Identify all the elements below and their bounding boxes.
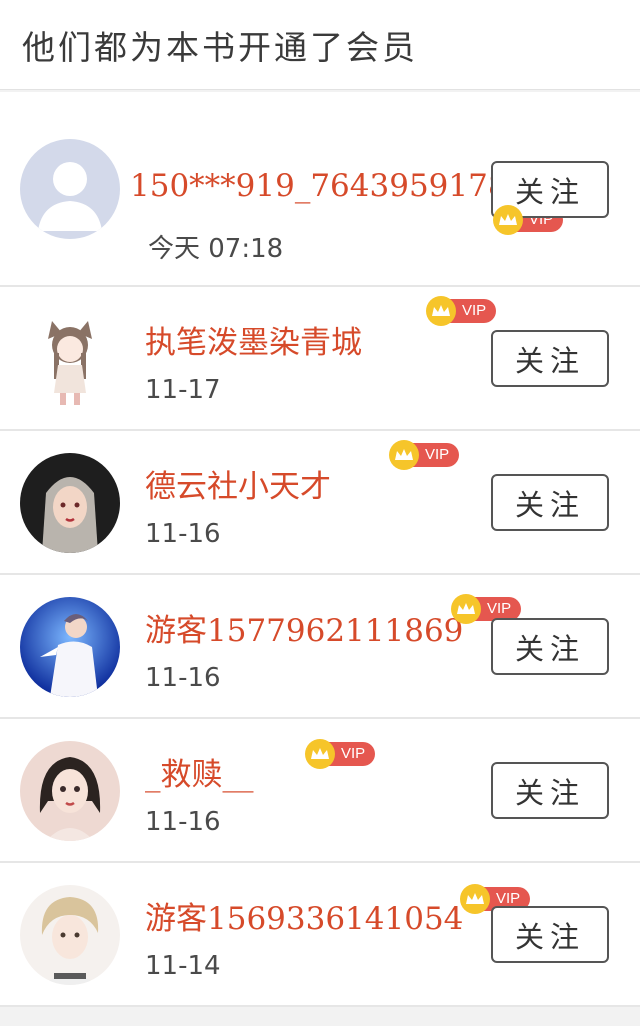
list-item[interactable]: 150***919_7643959178 今天 07:18 VIP 关注 — [0, 92, 640, 287]
member-list: 150***919_7643959178 今天 07:18 VIP 关注 执笔泼… — [0, 92, 640, 1007]
join-time: 11-16 — [145, 519, 221, 549]
follow-button[interactable]: 关注 — [491, 330, 609, 387]
list-item[interactable]: 德云社小天才 11-16 VIP 关注 — [0, 431, 640, 575]
join-time: 11-17 — [145, 375, 221, 405]
crown-icon — [389, 440, 419, 470]
crown-icon — [460, 884, 490, 914]
member-name[interactable]: 游客1577962111869 — [145, 605, 463, 650]
crown-icon — [493, 205, 523, 235]
list-item[interactable]: 执笔泼墨染青城 11-17 VIP 关注 — [0, 287, 640, 431]
vip-badge: VIP — [305, 739, 376, 769]
join-time: 11-16 — [145, 663, 221, 693]
crown-icon — [305, 739, 335, 769]
avatar[interactable] — [20, 453, 120, 553]
crown-icon — [451, 594, 481, 624]
follow-button[interactable]: 关注 — [491, 762, 609, 819]
join-time: 11-14 — [145, 951, 221, 981]
page-title: 他们都为本书开通了会员 — [22, 27, 418, 67]
avatar[interactable] — [20, 597, 120, 697]
avatar[interactable] — [20, 885, 120, 985]
join-time: 11-16 — [145, 807, 221, 837]
member-name[interactable]: 执笔泼墨染青城 — [145, 317, 362, 362]
avatar[interactable] — [20, 309, 120, 409]
follow-button[interactable]: 关注 — [491, 618, 609, 675]
member-name[interactable]: 150***919_7643959178 — [130, 168, 508, 204]
join-time: 今天 07:18 — [148, 234, 284, 264]
member-name[interactable]: 游客1569336141054 — [145, 893, 463, 938]
member-name[interactable]: 德云社小天才 — [145, 461, 331, 506]
vip-badge: VIP — [426, 296, 497, 326]
follow-button[interactable]: 关注 — [491, 906, 609, 963]
avatar[interactable] — [20, 139, 120, 239]
list-item[interactable]: _救赎__ 11-16 VIP 关注 — [0, 719, 640, 863]
crown-icon — [426, 296, 456, 326]
avatar[interactable] — [20, 741, 120, 841]
page-header: 他们都为本书开通了会员 — [0, 0, 640, 90]
member-name[interactable]: _救赎__ — [145, 749, 254, 794]
list-item[interactable]: 游客1569336141054 11-14 VIP 关注 — [0, 863, 640, 1007]
follow-button[interactable]: 关注 — [491, 474, 609, 531]
vip-badge: VIP — [389, 440, 460, 470]
list-item[interactable]: 游客1577962111869 11-16 VIP 关注 — [0, 575, 640, 719]
